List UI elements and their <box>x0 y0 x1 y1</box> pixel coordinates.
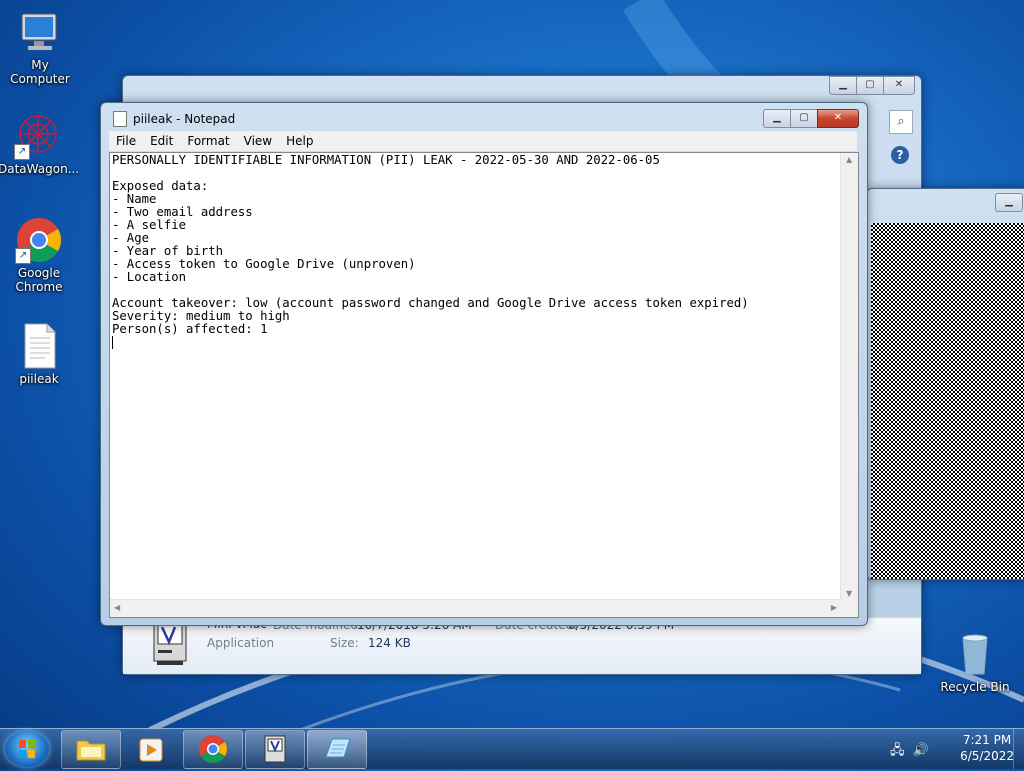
notepad-title-bar: piileak - Notepad <box>113 111 235 127</box>
scroll-up-icon[interactable]: ▲ <box>846 155 852 164</box>
volume-icon[interactable]: 🔊 <box>913 743 929 758</box>
computer-icon <box>16 8 64 56</box>
mac-screen[interactable] <box>871 223 1024 579</box>
vertical-scrollbar[interactable]: ▲ ▼ <box>840 153 858 600</box>
text-caret <box>112 336 113 349</box>
search-icon[interactable]: ⌕ <box>889 110 913 134</box>
menu-file[interactable]: File <box>109 134 143 148</box>
folder-icon <box>76 740 106 761</box>
horizontal-scrollbar[interactable]: ◀ ▶ <box>110 599 841 617</box>
text-editor[interactable]: PERSONALLY IDENTIFIABLE INFORMATION (PII… <box>109 152 859 618</box>
taskbar-explorer[interactable] <box>61 730 121 769</box>
size-label: Size: <box>330 636 359 650</box>
desktop-icon-piileak[interactable]: piileak <box>0 322 79 386</box>
taskbar: 🖧 🔊 7:21 PM 6/5/2022 <box>0 728 1024 769</box>
notepad-icon <box>113 111 127 127</box>
maximize-button[interactable]: ▢ <box>856 76 884 95</box>
chrome-icon <box>199 735 227 763</box>
text-file-icon <box>15 322 63 370</box>
minimize-button[interactable]: ▁ <box>995 193 1023 212</box>
size-value: 124 KB <box>368 636 411 650</box>
shortcut-arrow-icon: ↗ <box>14 144 30 160</box>
mini-vmac-icon <box>264 735 286 763</box>
close-button[interactable]: ✕ <box>883 76 915 95</box>
recycle-bin-icon <box>951 630 999 678</box>
menu-format[interactable]: Format <box>180 134 236 148</box>
taskbar-notepad[interactable] <box>307 730 367 769</box>
document-text[interactable]: PERSONALLY IDENTIFIABLE INFORMATION (PII… <box>112 154 749 349</box>
scrollbar-corner <box>841 600 858 617</box>
close-button[interactable]: ✕ <box>817 109 859 128</box>
window-title: piileak - Notepad <box>133 112 236 126</box>
notepad-caption-buttons: ▁ ▢ ✕ <box>763 109 859 128</box>
windows-logo-icon <box>19 740 35 758</box>
scroll-right-icon[interactable]: ▶ <box>831 603 837 612</box>
scroll-left-icon[interactable]: ◀ <box>114 603 120 612</box>
menu-view[interactable]: View <box>237 134 279 148</box>
taskbar-mini-vmac[interactable] <box>245 730 305 769</box>
explorer-caption-buttons: ▁ ▢ ✕ <box>829 76 915 95</box>
mini-vmac-app-icon <box>153 620 187 666</box>
minimize-button[interactable]: ▁ <box>763 109 791 128</box>
desktop-icon-datawagon[interactable]: ↗ DataWagon... <box>0 112 79 176</box>
shortcut-arrow-icon: ↗ <box>15 248 31 264</box>
menu-bar: File Edit Format View Help <box>109 131 857 151</box>
start-button[interactable] <box>5 731 49 767</box>
menu-edit[interactable]: Edit <box>143 134 180 148</box>
desktop-icon-recycle-bin[interactable]: Recycle Bin <box>935 630 1015 694</box>
chrome-icon: ↗ <box>15 216 63 264</box>
taskbar-chrome[interactable] <box>183 730 243 769</box>
maximize-button[interactable]: ▢ <box>790 109 818 128</box>
menu-help[interactable]: Help <box>279 134 320 148</box>
mini-vmac-window[interactable]: ▁ <box>866 188 1024 580</box>
clock-time: 7:21 PM <box>962 733 1012 747</box>
clock[interactable]: 7:21 PM 6/5/2022 <box>960 732 1014 764</box>
minimize-button[interactable]: ▁ <box>829 76 857 95</box>
network-icon[interactable]: 🖧 <box>890 743 905 758</box>
file-type: Application <box>207 636 275 650</box>
desktop-icon-google-chrome[interactable]: ↗ Google Chrome <box>0 216 79 294</box>
taskbar-media-player[interactable] <box>121 730 181 769</box>
notepad-window[interactable]: piileak - Notepad ▁ ▢ ✕ File Edit Format… <box>100 102 868 626</box>
desktop-icon-my-computer[interactable]: My Computer <box>0 8 80 86</box>
scroll-down-icon[interactable]: ▼ <box>846 589 852 598</box>
clock-date: 6/5/2022 <box>960 749 1014 763</box>
system-tray: 🖧 🔊 <box>890 741 929 763</box>
show-desktop-button[interactable] <box>1013 729 1024 769</box>
help-icon[interactable]: ? <box>891 146 909 164</box>
datawagon-icon: ↗ <box>14 112 62 160</box>
notepad-icon <box>325 738 351 758</box>
media-player-icon <box>139 738 163 762</box>
